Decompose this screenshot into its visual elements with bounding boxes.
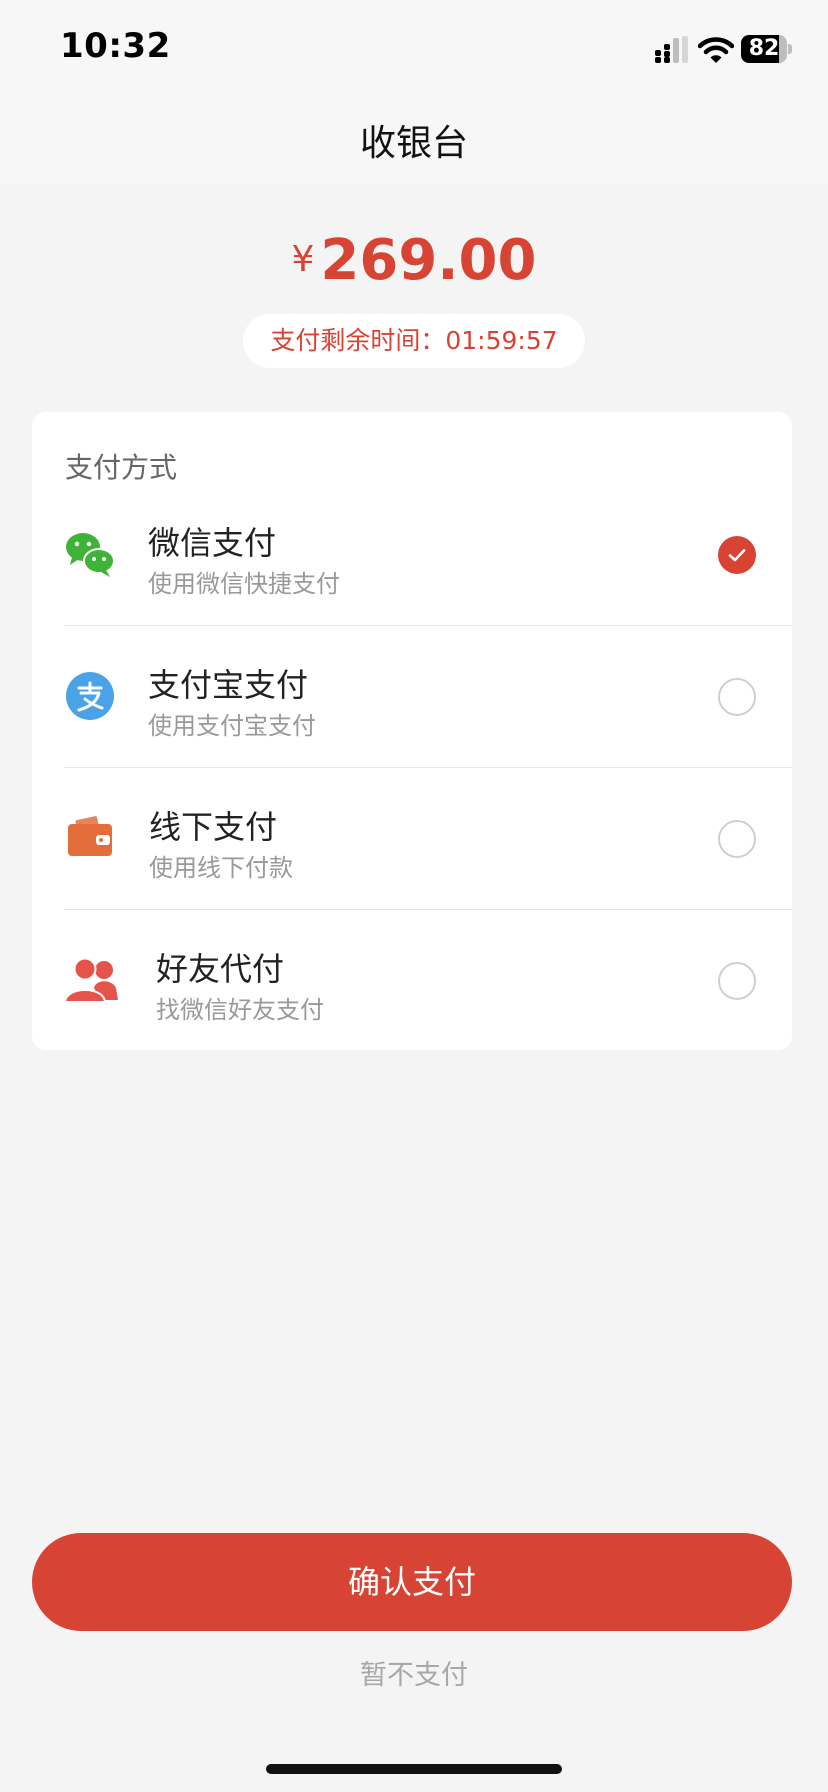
radio-unchecked[interactable] — [718, 962, 756, 1000]
method-desc: 使用线下付款 — [149, 854, 293, 882]
method-friend-pay[interactable]: 好友代付 找微信好友支付 — [32, 910, 792, 1052]
battery-icon: 82 — [741, 35, 792, 63]
page-title: 收银台 — [359, 123, 468, 164]
checkout-screen: 10:32 82 收银台 ¥269.00 支付剩余时间：01:59:57 支付方… — [0, 0, 828, 1792]
section-title: 支付方式 — [65, 451, 178, 484]
nav-bar: 收银台 — [0, 100, 828, 184]
method-desc: 找微信好友支付 — [156, 996, 324, 1024]
checkmark-icon — [728, 549, 746, 562]
method-name: 线下支付 — [149, 808, 278, 846]
status-bar: 10:32 82 — [0, 0, 828, 100]
status-time: 10:32 — [60, 26, 171, 66]
radio-unchecked[interactable] — [718, 820, 756, 858]
payment-countdown: 支付剩余时间：01:59:57 — [243, 314, 585, 368]
method-desc: 使用微信快捷支付 — [148, 570, 340, 598]
confirm-pay-button[interactable]: 确认支付 — [32, 1533, 792, 1631]
amount-value: 269.00 — [320, 228, 537, 293]
radio-checked[interactable] — [718, 536, 756, 574]
payment-amount: ¥269.00 — [0, 228, 828, 293]
method-offline-pay[interactable]: 线下支付 使用线下付款 — [32, 768, 792, 910]
battery-level: 82 — [748, 36, 780, 61]
wallet-icon — [68, 816, 112, 856]
method-alipay[interactable]: 支付宝支付 使用支付宝支付 — [32, 626, 792, 768]
method-name: 好友代付 — [156, 950, 285, 988]
method-name: 支付宝支付 — [148, 666, 309, 704]
alipay-icon — [66, 672, 114, 720]
friends-icon — [64, 957, 118, 1003]
radio-unchecked[interactable] — [718, 678, 756, 716]
wechat-icon — [66, 533, 115, 577]
method-name: 微信支付 — [148, 524, 277, 562]
method-wechat-pay[interactable]: 微信支付 使用微信快捷支付 — [32, 484, 792, 626]
home-indicator[interactable] — [266, 1764, 562, 1774]
currency-symbol: ¥ — [291, 239, 315, 280]
method-desc: 使用支付宝支付 — [148, 712, 316, 740]
pay-later-link[interactable]: 暂不支付 — [0, 1653, 828, 1692]
wifi-icon — [698, 37, 734, 63]
payment-methods-card: 支付方式 微信支付 使用微信快捷支付 支付宝支付 使用支付宝支付 线下支付 使用… — [32, 412, 792, 1050]
cellular-signal-icon — [655, 36, 688, 63]
